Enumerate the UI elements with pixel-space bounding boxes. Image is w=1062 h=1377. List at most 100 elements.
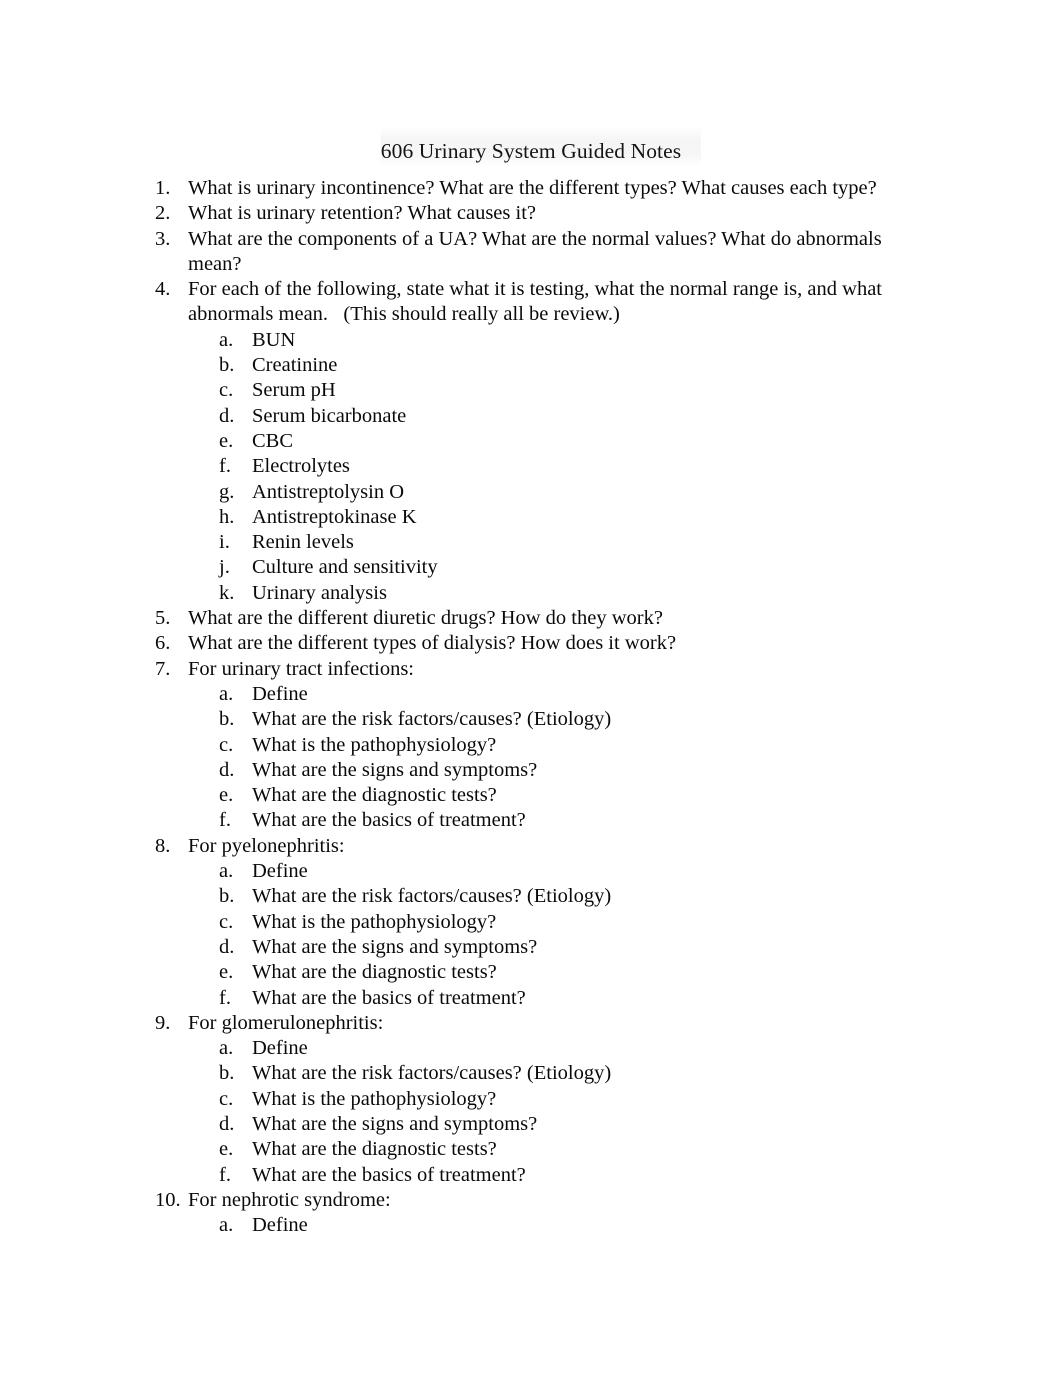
subquestion-letter: b. bbox=[219, 1062, 235, 1085]
subquestion-letter: i. bbox=[219, 531, 230, 554]
subquestion-item: f. What are the basics of treatment? bbox=[0, 1163, 1062, 1188]
document-body: 1. What is urinary incontinence? What are… bbox=[0, 176, 1062, 1238]
question-number: 6. bbox=[155, 632, 171, 655]
subquestion-item: j. Culture and sensitivity bbox=[0, 555, 1062, 580]
subquestion-text: What is the pathophysiology? bbox=[252, 733, 497, 756]
subquestion-text: What are the basics of treatment? bbox=[252, 1163, 526, 1186]
subquestion-letter: d. bbox=[219, 404, 235, 427]
subquestion-item: b. What are the risk factors/causes? (Eti… bbox=[0, 884, 1062, 909]
subquestion-letter: e. bbox=[219, 961, 234, 984]
subquestion-letter: c. bbox=[219, 910, 234, 933]
question-text: What are the different types of dialysis… bbox=[188, 632, 677, 655]
subquestion-item: d. What are the signs and symptoms? bbox=[0, 758, 1062, 783]
question-number: 10. bbox=[155, 1188, 181, 1211]
lettered-subquestion-list: a. BUN b. Creatinine c. Serum pH d. Serum bicar… bbox=[0, 328, 1062, 606]
question-text: For each of the following, state what it… bbox=[188, 278, 888, 326]
subquestion-item: d. Serum bicarbonate bbox=[0, 404, 1062, 429]
subquestion-text: What are the diagnostic tests? bbox=[252, 784, 497, 807]
subquestion-item: k. Urinary analysis bbox=[0, 581, 1062, 606]
subquestion-item: g. Antistreptolysin O bbox=[0, 480, 1062, 505]
subquestion-item: e. CBC bbox=[0, 429, 1062, 454]
subquestion-item: a. Define bbox=[0, 1036, 1062, 1061]
subquestion-text: What are the risk factors/causes? (Etiol… bbox=[252, 708, 612, 731]
question-item: 6. What are the different types of dialys… bbox=[0, 631, 1062, 656]
subquestion-letter: d. bbox=[219, 1112, 235, 1135]
subquestion-text: Define bbox=[252, 1214, 308, 1237]
subquestion-item: b. Creatinine bbox=[0, 353, 1062, 378]
subquestion-letter: c. bbox=[219, 379, 234, 402]
subquestion-text: Renin levels bbox=[252, 531, 354, 554]
subquestion-letter: j. bbox=[219, 556, 230, 579]
question-item: 2. What is urinary retention? What causes… bbox=[0, 201, 1062, 226]
subquestion-item: f. Electrolytes bbox=[0, 454, 1062, 479]
subquestion-letter: d. bbox=[219, 758, 235, 781]
question-item: 9. For glomerulonephritis: bbox=[0, 1011, 1062, 1036]
subquestion-letter: d. bbox=[219, 935, 235, 958]
subquestion-text: BUN bbox=[252, 328, 296, 351]
question-text: For glomerulonephritis: bbox=[188, 1011, 384, 1034]
subquestion-text: What are the diagnostic tests? bbox=[252, 1138, 497, 1161]
subquestion-text: What are the signs and symptoms? bbox=[252, 1112, 538, 1135]
subquestion-letter: f. bbox=[219, 1163, 231, 1186]
subquestion-letter: a. bbox=[219, 1037, 234, 1060]
document-page: 606 Urinary System Guided Notes 1. What i… bbox=[0, 0, 1062, 1377]
subquestion-text: Define bbox=[252, 1037, 308, 1060]
subquestion-letter: a. bbox=[219, 328, 234, 351]
question-number: 9. bbox=[155, 1011, 171, 1034]
subquestion-text: Serum bicarbonate bbox=[252, 404, 407, 427]
page-title: 606 Urinary System Guided Notes bbox=[380, 139, 682, 164]
subquestion-text: Antistreptokinase K bbox=[252, 505, 417, 528]
question-text: What is urinary incontinence? What are t… bbox=[188, 177, 877, 199]
subquestion-text: Define bbox=[252, 682, 308, 705]
subquestion-text: What are the signs and symptoms? bbox=[252, 758, 538, 781]
subquestion-text: CBC bbox=[252, 429, 294, 452]
subquestion-item: a. Define bbox=[0, 859, 1062, 884]
subquestion-letter: b. bbox=[219, 885, 235, 908]
question-item: 10. For nephrotic syndrome: bbox=[0, 1188, 1062, 1213]
subquestion-letter: e. bbox=[219, 429, 234, 452]
subquestion-text: Urinary analysis bbox=[252, 581, 387, 604]
subquestion-letter: b. bbox=[219, 708, 235, 731]
lettered-subquestion-list: a. Define b. What are the risk factors/caus… bbox=[0, 859, 1062, 1011]
subquestion-text: What is the pathophysiology? bbox=[252, 1087, 497, 1110]
subquestion-text: Culture and sensitivity bbox=[252, 556, 438, 579]
question-text: For urinary tract infections: bbox=[188, 657, 415, 680]
subquestion-letter: k. bbox=[219, 581, 235, 604]
question-text: For pyelonephritis: bbox=[188, 834, 345, 857]
subquestion-letter: h. bbox=[219, 505, 235, 528]
question-text: For nephrotic syndrome: bbox=[188, 1188, 391, 1211]
subquestion-item: a. Define bbox=[0, 682, 1062, 707]
subquestion-letter: c. bbox=[219, 1087, 234, 1110]
question-number: 1. bbox=[155, 177, 171, 199]
question-number: 3. bbox=[155, 227, 171, 250]
subquestion-letter: e. bbox=[219, 1138, 234, 1161]
subquestion-letter: b. bbox=[219, 354, 235, 377]
subquestion-letter: f. bbox=[219, 986, 231, 1009]
subquestion-text: Electrolytes bbox=[252, 455, 350, 478]
subquestion-item: c. Serum pH bbox=[0, 378, 1062, 403]
question-item: 7. For urinary tract infections: bbox=[0, 657, 1062, 682]
subquestion-letter: a. bbox=[219, 1214, 234, 1237]
subquestion-item: f. What are the basics of treatment? bbox=[0, 808, 1062, 833]
question-text: What are the components of a UA? What ar… bbox=[188, 227, 887, 275]
subquestion-letter: a. bbox=[219, 860, 234, 883]
question-item: 8. For pyelonephritis: bbox=[0, 834, 1062, 859]
subquestion-item: h. Antistreptokinase K bbox=[0, 505, 1062, 530]
subquestion-item: d. What are the signs and symptoms? bbox=[0, 935, 1062, 960]
question-number: 2. bbox=[155, 202, 171, 225]
subquestion-item: c. What is the pathophysiology? bbox=[0, 910, 1062, 935]
numbered-question-list: 1. What is urinary incontinence? What are… bbox=[0, 176, 1062, 1238]
subquestion-text: What are the basics of treatment? bbox=[252, 809, 526, 832]
subquestion-item: e. What are the diagnostic tests? bbox=[0, 1137, 1062, 1162]
subquestion-text: What are the risk factors/causes? (Etiol… bbox=[252, 885, 612, 908]
question-item: 1. What is urinary incontinence? What are… bbox=[0, 176, 1062, 201]
subquestion-letter: f. bbox=[219, 455, 231, 478]
subquestion-text: What are the signs and symptoms? bbox=[252, 935, 538, 958]
subquestion-item: f. What are the basics of treatment? bbox=[0, 986, 1062, 1011]
subquestion-text: What are the diagnostic tests? bbox=[252, 961, 497, 984]
subquestion-text: Serum pH bbox=[252, 379, 336, 402]
subquestion-item: a. Define bbox=[0, 1213, 1062, 1238]
subquestion-text: Define bbox=[252, 860, 308, 883]
subquestion-text: Creatinine bbox=[252, 354, 338, 377]
question-item: 4. For each of the following, state what … bbox=[0, 277, 1062, 328]
